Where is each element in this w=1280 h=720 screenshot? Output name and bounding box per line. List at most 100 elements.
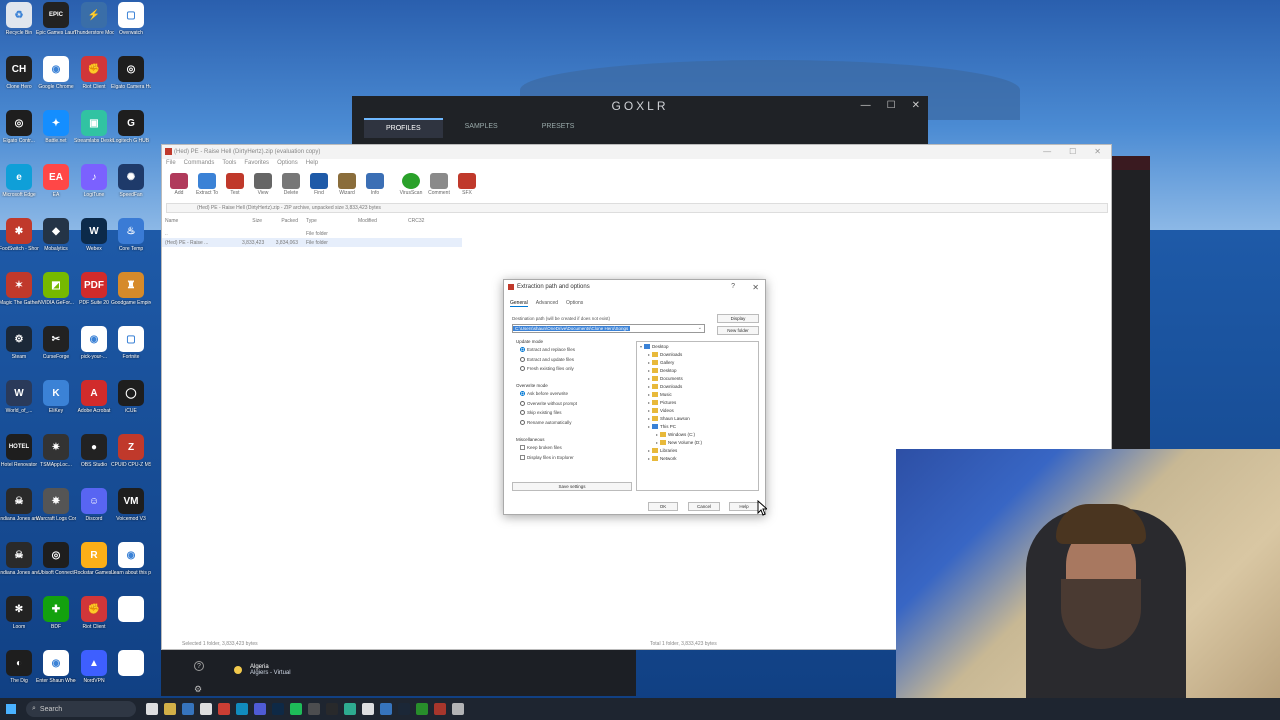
taskbar-app-icon[interactable] [146, 703, 158, 715]
toolbar-find-button[interactable]: Find [308, 173, 330, 201]
expand-icon[interactable]: ▸ [656, 440, 658, 445]
desktop-icon[interactable]: ☠ Indiana Jones and the... [0, 488, 39, 538]
desktop-icon[interactable] [113, 650, 149, 700]
toolbar-info-button[interactable]: Info [364, 173, 386, 201]
toolbar-delete-button[interactable]: Delete [280, 173, 302, 201]
expand-icon[interactable]: ▸ [648, 424, 650, 429]
start-button[interactable] [0, 698, 22, 720]
winrar-path-bar[interactable]: (Hed) PE - Raise Hell (DirtyHertz).zip -… [166, 203, 1108, 213]
taskbar-app-icon[interactable] [236, 703, 248, 715]
desktop-icon[interactable]: ⚡ Thunderstore Mod Mana... [74, 2, 114, 52]
desktop-icon[interactable]: Z CPUID CPU-Z MSI [111, 434, 151, 484]
desktop-icon[interactable]: ☺ Discord [76, 488, 112, 538]
desktop-icon[interactable]: ◉ pick-your-... [76, 326, 112, 376]
expand-icon[interactable]: ▸ [648, 408, 650, 413]
taskbar-app-icon[interactable] [290, 703, 302, 715]
desktop-icon[interactable]: ▣ Streamlabs Desktop [74, 110, 114, 160]
save-settings-button[interactable]: Save settings [512, 482, 632, 491]
toolbar-extract-to-button[interactable]: Extract To [196, 173, 218, 201]
tree-node[interactable]: ▸ This PC [648, 424, 676, 429]
tree-node[interactable]: ▸ Libraries [648, 448, 677, 453]
radio-button[interactable] [520, 419, 525, 425]
chevron-down-icon[interactable]: ⌄ [698, 325, 702, 332]
radio-skip-existing-files[interactable]: Skip existing files [520, 410, 562, 415]
tree-node[interactable]: ▸ Desktop [648, 368, 677, 373]
desktop-icon[interactable]: ▢ Overwatch [113, 2, 149, 52]
search-input[interactable]: ⌕ Search [26, 701, 136, 717]
expand-icon[interactable]: ▸ [648, 352, 650, 357]
menu-item-commands[interactable]: Commands [184, 160, 215, 170]
maximize-icon[interactable]: ☐ [887, 100, 896, 111]
taskbar-app-icon[interactable] [200, 703, 212, 715]
toolbar-view-button[interactable]: View [252, 173, 274, 201]
minimize-icon[interactable]: — [1043, 145, 1051, 159]
display-button[interactable]: Display [717, 314, 759, 323]
toolbar-virusscan-button[interactable]: VirusScan [400, 173, 422, 201]
taskbar-app-icon[interactable] [218, 703, 230, 715]
table-row[interactable]: (Hed) PE - Raise ... 3,833,423 3,834,063… [162, 238, 462, 247]
desktop-icon[interactable]: ◉ Google Chrome [38, 56, 74, 106]
menu-item-options[interactable]: Options [277, 160, 298, 170]
desktop-icon[interactable]: ◉ Learn about this picture [111, 542, 151, 592]
taskbar-app-icon[interactable] [164, 703, 176, 715]
tree-node[interactable]: ▸ Shaun Lawson [648, 416, 690, 421]
desktop-icon[interactable]: ♨ Core Temp [113, 218, 149, 268]
taskbar-app-icon[interactable] [326, 703, 338, 715]
radio-button[interactable] [520, 347, 525, 352]
taskbar-app-icon[interactable] [362, 703, 374, 715]
new-folder-button[interactable]: New folder [717, 326, 759, 335]
gear-icon[interactable]: ⚙ [194, 684, 202, 695]
desktop-icon[interactable]: ◯ iCUE [113, 380, 149, 430]
desktop-icon[interactable]: ✶ Magic The Gathering [0, 272, 39, 322]
desktop-icon[interactable]: A Adobe Acrobat [76, 380, 112, 430]
desktop-icon[interactable]: ✺ SpeedFan [113, 164, 149, 214]
ok-button[interactable]: OK [648, 502, 678, 511]
taskbar-app-icon[interactable] [254, 703, 266, 715]
tab-general[interactable]: General [510, 300, 528, 307]
taskbar-app-icon[interactable] [452, 703, 464, 715]
expand-icon[interactable]: ▾ [640, 344, 642, 349]
desktop-icon[interactable]: ▢ Fortnite [113, 326, 149, 376]
tree-node[interactable]: ▸ Gallery [648, 360, 674, 365]
column-name[interactable]: Name [162, 218, 242, 228]
desktop-icon[interactable]: CH Clone Hero [1, 56, 37, 106]
desktop-icon[interactable]: ◐ The Dig [1, 650, 37, 700]
expand-icon[interactable]: ▸ [648, 456, 650, 461]
desktop-icon[interactable]: ✦ Battle.net [38, 110, 74, 160]
desktop-icon[interactable]: PDF PDF Suite 20 [76, 272, 112, 322]
expand-icon[interactable]: ▸ [648, 400, 650, 405]
taskbar-app-icon[interactable] [398, 703, 410, 715]
desktop-icon[interactable]: ◉ Enter Shaun Wheel AB... [36, 650, 76, 700]
menu-item-favorites[interactable]: Favorites [244, 160, 269, 170]
taskbar-app-icon[interactable] [380, 703, 392, 715]
desktop-icon[interactable]: ⚙ Steam [1, 326, 37, 376]
desktop-icon[interactable]: ◎ Elgato Camera Hub [111, 56, 151, 106]
desktop-icon[interactable]: G Logitech G HUB [113, 110, 149, 160]
radio-rename-automatically[interactable]: Rename automatically [520, 419, 572, 425]
toolbar-wizard-button[interactable]: Wizard [336, 173, 358, 201]
desktop-icon[interactable]: EPIC Epic Games Launcher [36, 2, 76, 52]
tree-node[interactable]: ▸ Videos [648, 408, 674, 413]
desktop-icon[interactable]: HOTEL Hotel Renovator [1, 434, 37, 484]
desktop-icon[interactable] [113, 596, 149, 646]
help-button[interactable]: Help [729, 502, 759, 511]
toolbar-comment-button[interactable]: Comment [428, 173, 450, 201]
checkbox[interactable] [520, 454, 525, 460]
expand-icon[interactable]: ▸ [656, 432, 658, 437]
desktop-icon[interactable]: e Microsoft Edge [1, 164, 37, 214]
desktop-icon[interactable]: ✱ FootSwitch - Shortcut [0, 218, 39, 268]
tree-node[interactable]: ▸ Downloads [648, 384, 682, 389]
tree-node[interactable]: ▸ Documents [648, 376, 683, 381]
column-size[interactable]: Size [242, 218, 262, 228]
close-icon[interactable]: ✕ [752, 283, 759, 292]
desktop-icon[interactable]: ◆ Mobalytics [38, 218, 74, 268]
expand-icon[interactable]: ▸ [648, 392, 650, 397]
cancel-button[interactable]: Cancel [688, 502, 720, 511]
folder-tree[interactable]: ▾ Desktop ▸ Downloads ▸ Gallery ▸ Desktop ▸ Docum… [636, 341, 759, 491]
desktop-icon[interactable]: ◎ Ubisoft Connect [38, 542, 74, 592]
radio-extract-and-replace-files[interactable]: Extract and replace files [520, 347, 575, 352]
radio-button[interactable] [520, 356, 525, 362]
radio-button[interactable] [520, 410, 525, 415]
desktop-icon[interactable]: ✚ BDF [38, 596, 74, 646]
desktop-icon[interactable]: ♻ Recycle Bin [1, 2, 37, 52]
